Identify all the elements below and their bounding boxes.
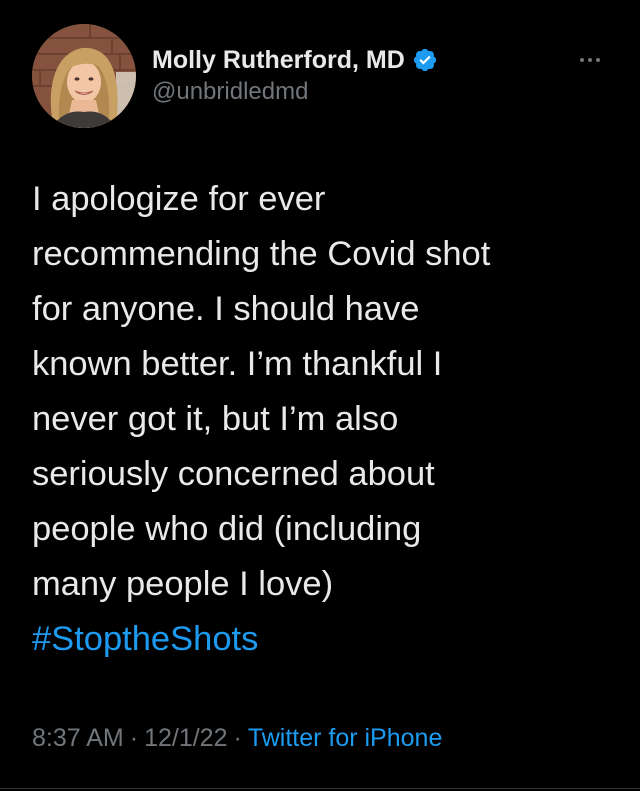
tweet-line: recommending the Covid shot [32, 235, 491, 273]
dot-icon [588, 58, 592, 62]
dot-icon [596, 58, 600, 62]
tweet-source-link[interactable]: Twitter for iPhone [248, 724, 443, 752]
name-row: Molly Rutherford, MD [152, 44, 438, 76]
tweet-line: I apologize for ever [32, 180, 326, 218]
tweet-line: seriously concerned about [32, 455, 435, 493]
tweet-date[interactable]: 12/1/22 [144, 724, 227, 752]
profile-photo-icon [32, 24, 136, 128]
verified-badge-icon [412, 47, 438, 73]
tweet-line: for anyone. I should have [32, 290, 420, 328]
meta-separator: · [233, 724, 242, 752]
tweet: Molly Rutherford, MD @unbridledmd I apol… [0, 0, 640, 791]
more-horizontal-icon[interactable] [572, 50, 608, 70]
tweet-text: I apologize for ever recommending the Co… [32, 172, 622, 667]
tweet-line: known better. I’m thankful I [32, 345, 443, 383]
tweet-meta: 8:37 AM · 12/1/22 · Twitter for iPhone [32, 724, 442, 753]
display-name[interactable]: Molly Rutherford, MD [152, 46, 405, 75]
meta-separator: · [129, 724, 139, 752]
divider [0, 788, 640, 789]
handle[interactable]: @unbridledmd [152, 78, 438, 106]
avatar[interactable] [32, 24, 136, 128]
tweet-line: never got it, but I’m also [32, 400, 399, 438]
hashtag-link[interactable]: #StoptheShots [32, 612, 622, 667]
tweet-line: people who did (including [32, 510, 422, 548]
tweet-time[interactable]: 8:37 AM [32, 724, 124, 752]
dot-icon [580, 58, 584, 62]
tweet-line: many people I love) [32, 565, 334, 603]
author-info: Molly Rutherford, MD @unbridledmd [152, 44, 438, 106]
